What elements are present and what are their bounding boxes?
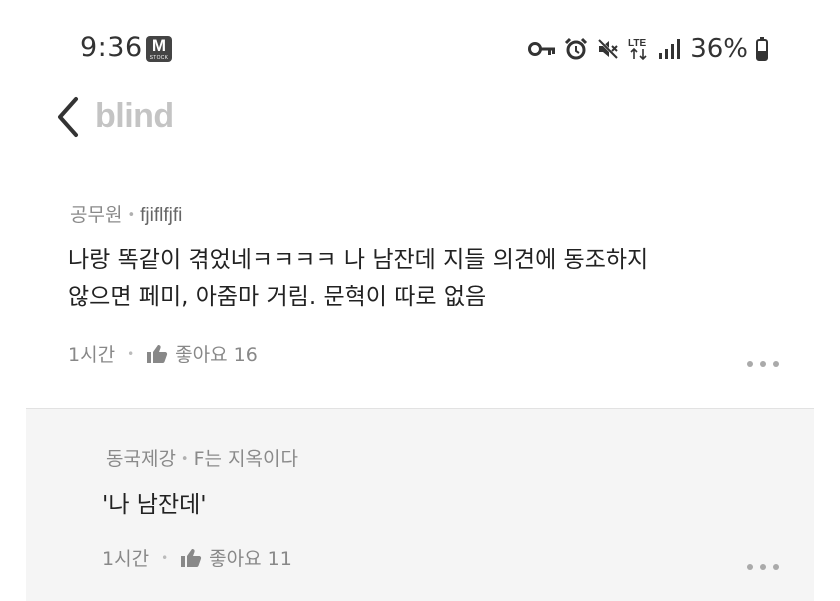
signal-icon <box>659 39 681 59</box>
reply-footer: 1시간 • 좋아요 11 <box>102 544 292 571</box>
alarm-icon <box>565 37 588 60</box>
more-options-icon[interactable] <box>746 360 780 368</box>
reply-company[interactable]: 동국제강 <box>106 448 176 470</box>
meta-separator: • <box>180 452 189 467</box>
blind-logo: blind <box>95 97 174 135</box>
thumbs-up-icon <box>147 344 168 363</box>
more-options-icon[interactable] <box>746 563 780 571</box>
battery-percent: 36% <box>690 34 748 64</box>
comment-nickname[interactable]: fjiflfjfi <box>140 205 182 226</box>
mute-icon <box>598 38 619 60</box>
reply-meta: 동국제강 • F는 지옥이다 <box>106 444 298 471</box>
reply-like-label: 좋아요 11 <box>209 548 292 570</box>
comment-text: 나랑 똑같이 겪었네ㅋㅋㅋㅋ 나 남잔데 지들 의견에 동조하지 않으면 페미,… <box>68 242 788 316</box>
meta-separator: • <box>127 208 136 223</box>
comment-text-line: 않으면 페미, 아줌마 거림. 문혁이 따로 없음 <box>68 284 487 310</box>
mstock-badge-sub: STOCK <box>149 55 169 61</box>
thumbs-up-icon <box>181 548 202 567</box>
reply-text: '나 남잔데' <box>102 492 207 518</box>
comment-text-line: 나랑 똑같이 겪었네ㅋㅋㅋㅋ 나 남잔데 지들 의견에 동조하지 <box>68 247 649 273</box>
comment-company[interactable]: 공무원 <box>70 204 122 226</box>
comment-time: 1시간 <box>68 344 116 366</box>
footer-separator: • <box>161 550 169 565</box>
back-button[interactable] <box>52 95 88 139</box>
reply-like-button[interactable]: 좋아요 11 <box>180 544 292 571</box>
key-icon <box>528 42 556 56</box>
lte-icon: LTE <box>628 38 647 61</box>
app-header: blind <box>0 95 840 145</box>
comment-like-button[interactable]: 좋아요 16 <box>146 340 258 367</box>
comment-like-label: 좋아요 16 <box>175 344 258 366</box>
status-icons: LTE 36% <box>528 34 768 64</box>
mstock-app-icon: M STOCK <box>146 36 172 62</box>
status-time: 9:36 <box>80 32 143 63</box>
comment-footer: 1시간 • 좋아요 16 <box>68 340 258 367</box>
mstock-badge-letter: M <box>151 36 167 55</box>
comment-meta: 공무원 • fjiflfjfi <box>70 200 182 227</box>
status-bar: 9:36 M STOCK LTE 36% <box>0 0 840 100</box>
reply-nickname[interactable]: F는 지옥이다 <box>194 448 298 470</box>
battery-icon <box>756 37 768 61</box>
footer-separator: • <box>127 346 135 361</box>
reply-time: 1시간 <box>102 548 150 570</box>
svg-text:LTE: LTE <box>628 38 646 49</box>
reply: 동국제강 • F는 지옥이다 '나 남잔데' 1시간 • 좋아요 11 <box>26 408 814 601</box>
comment: 공무원 • fjiflfjfi 나랑 똑같이 겪었네ㅋㅋㅋㅋ 나 남잔데 지들 의견… <box>0 190 840 410</box>
